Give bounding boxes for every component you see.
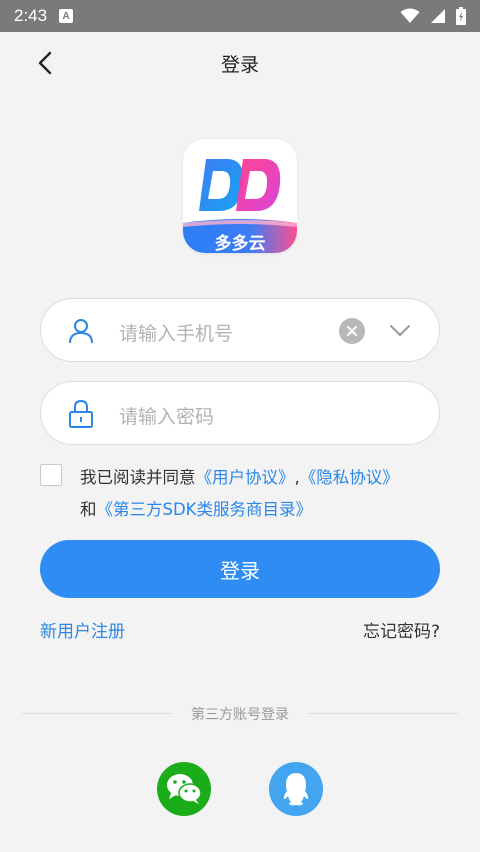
page-title: 登录	[220, 54, 259, 76]
agreement-prefix: 我已阅读并同意	[80, 468, 196, 487]
phone-placeholder: 请输入手机号	[119, 323, 234, 345]
password-input[interactable]: 请输入密码	[40, 381, 440, 445]
clear-button[interactable]	[339, 318, 365, 344]
top-nav-bar: 登录	[0, 32, 480, 94]
notification-icon: A	[59, 9, 74, 23]
qq-icon	[283, 773, 309, 806]
app-logo-name: 多多云	[214, 234, 266, 253]
account-dropdown-button[interactable]	[385, 317, 415, 345]
app-logo: 多多云	[183, 139, 297, 253]
agreement-and: 和	[80, 500, 97, 519]
agreement-checkbox[interactable]	[40, 464, 62, 486]
phone-input[interactable]: 请输入手机号	[40, 298, 440, 362]
privacy-agreement-link[interactable]: 《隐私协议》	[300, 468, 399, 487]
status-icons	[400, 7, 466, 25]
signal-icon	[431, 9, 445, 23]
status-time: 2:43	[14, 6, 48, 25]
wifi-icon	[400, 8, 420, 23]
battery-icon	[456, 7, 466, 25]
qq-login-button[interactable]	[269, 762, 323, 816]
close-icon	[347, 326, 357, 336]
user-icon	[65, 315, 97, 347]
forgot-password-link[interactable]: 忘记密码?	[363, 617, 440, 642]
status-bar: 2:43 A	[0, 0, 480, 32]
register-link[interactable]: 新用户注册	[40, 617, 125, 642]
wechat-icon	[167, 774, 202, 804]
agreement-text: 我已阅读并同意《用户协议》,《隐私协议》 和《第三方SDK类服务商目录》	[80, 462, 460, 526]
sdk-list-link[interactable]: 《第三方SDK类服务商目录》	[97, 500, 313, 519]
user-agreement-link[interactable]: 《用户协议》	[196, 468, 295, 487]
lock-icon	[65, 398, 97, 430]
login-button[interactable]: 登录	[40, 540, 440, 598]
third-party-label: 第三方账号登录	[191, 707, 289, 723]
password-placeholder: 请输入密码	[119, 406, 215, 428]
wechat-login-button[interactable]	[157, 762, 211, 816]
chevron-down-icon	[390, 325, 410, 336]
